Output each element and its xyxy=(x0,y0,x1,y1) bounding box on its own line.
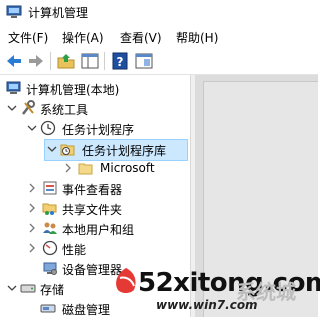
tree-item-label: 系统工具 xyxy=(40,103,89,117)
tree-item-label: 任务计划程序库 xyxy=(82,144,167,158)
clock-icon xyxy=(40,120,56,136)
folder-icon xyxy=(78,163,93,175)
tree-item-label: 磁盘管理 xyxy=(62,303,111,317)
tree-item-event-viewer[interactable]: 事件查看器 xyxy=(0,179,188,199)
menu-view[interactable]: 查看(V) xyxy=(120,29,162,46)
tree-item-device-manager[interactable]: 设备管理器 xyxy=(0,259,188,279)
menu-action[interactable]: 操作(A) xyxy=(62,29,104,46)
chevron-down-icon[interactable] xyxy=(26,121,38,135)
chevron-right-icon[interactable] xyxy=(62,161,74,175)
tree-item-label: 事件查看器 xyxy=(62,183,123,197)
help-icon[interactable]: ? xyxy=(110,51,130,71)
chevron-right-icon[interactable] xyxy=(26,221,38,235)
tree-item-label: 计算机管理(本地) xyxy=(26,83,120,97)
tree-item-label: 性能 xyxy=(62,243,87,257)
chevron-down-icon[interactable] xyxy=(46,142,58,156)
toolbar: ? xyxy=(0,48,318,75)
tree-item-label: 设备管理器 xyxy=(62,263,123,277)
tree-item-label: 任务计划程序 xyxy=(62,123,135,137)
window-title: 计算机管理 xyxy=(28,6,89,20)
tree-item-disk-management[interactable]: 磁盘管理 xyxy=(0,299,188,317)
tree-item-local-users-groups[interactable]: 本地用户和组 xyxy=(0,219,188,239)
back-arrow-icon[interactable] xyxy=(4,51,24,71)
tree-item-task-scheduler-library[interactable]: 任务计划程序库 xyxy=(44,139,188,161)
chevron-right-icon[interactable] xyxy=(26,181,38,195)
properties-icon[interactable] xyxy=(134,51,154,71)
svg-text:?: ? xyxy=(117,55,124,69)
chevron-right-icon[interactable] xyxy=(26,241,38,255)
menu-file[interactable]: 文件(F) xyxy=(8,29,48,46)
tree-item-microsoft[interactable]: Microsoft xyxy=(0,159,188,179)
tree-item-computer-management[interactable]: 计算机管理(本地) xyxy=(0,79,188,99)
chevron-right-icon[interactable] xyxy=(26,201,38,215)
disk-management-icon xyxy=(40,304,56,313)
results-pane-content xyxy=(203,81,318,317)
tree-item-label: 存储 xyxy=(40,283,65,297)
tree-item-label: 共享文件夹 xyxy=(62,203,123,217)
toolbar-separator xyxy=(50,52,51,70)
users-icon xyxy=(43,222,57,234)
menu-bar: 文件(F) 操作(A) 查看(V) 帮助(H) xyxy=(0,24,318,48)
tree-item-shared-folders[interactable]: 共享文件夹 xyxy=(0,199,188,219)
storage-icon xyxy=(20,284,36,293)
tree-item-label: Microsoft xyxy=(100,161,155,175)
folder-clock-icon xyxy=(60,144,75,156)
tree-item-system-tools[interactable]: 系统工具 xyxy=(0,99,188,119)
toolbar-separator xyxy=(104,52,105,70)
tree-item-label: 本地用户和组 xyxy=(62,223,135,237)
tree-item-storage[interactable]: 存储 xyxy=(0,279,188,299)
shared-folder-icon xyxy=(42,203,57,215)
tree-item-performance[interactable]: 性能 xyxy=(0,239,188,259)
show-hide-tree-icon[interactable] xyxy=(80,51,100,71)
performance-icon xyxy=(42,240,58,256)
title-bar: 计算机管理 xyxy=(0,0,318,24)
event-viewer-icon xyxy=(43,181,57,195)
chevron-down-icon[interactable] xyxy=(6,281,18,295)
up-folder-icon[interactable] xyxy=(56,51,76,71)
menu-help[interactable]: 帮助(H) xyxy=(176,29,218,46)
console-tree: 计算机管理(本地) 系统工具 任务计划程序 任务计划程序库 Microsoft … xyxy=(0,75,190,317)
tools-icon xyxy=(22,100,35,115)
results-pane xyxy=(195,75,318,317)
device-manager-icon xyxy=(43,262,57,275)
computer-management-icon xyxy=(6,5,22,18)
tree-item-task-scheduler[interactable]: 任务计划程序 xyxy=(0,119,188,139)
computer-management-icon xyxy=(6,81,21,94)
chevron-down-icon[interactable] xyxy=(6,101,18,115)
forward-arrow-icon[interactable] xyxy=(26,51,46,71)
